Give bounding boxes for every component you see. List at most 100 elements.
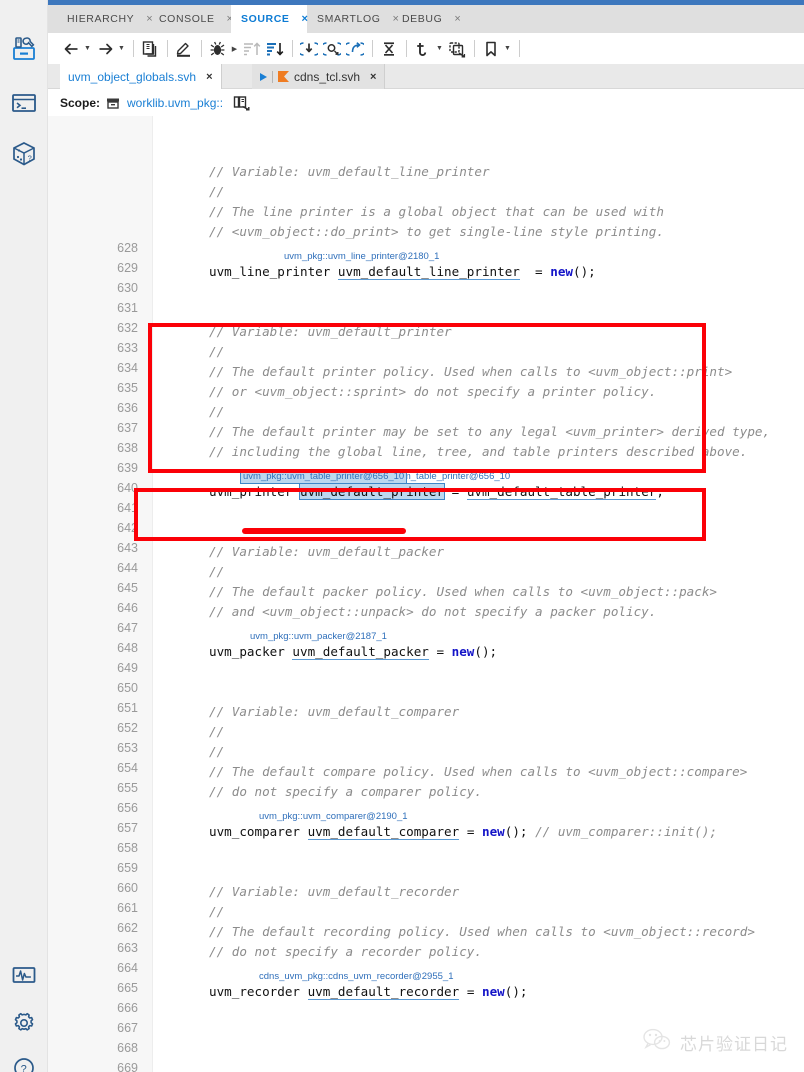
code-identifier-link[interactable]: uvm_default_comparer <box>307 824 460 840</box>
forward-dropdown-caret-icon[interactable]: ▼ <box>117 38 126 60</box>
line-number: 652 <box>117 721 138 735</box>
line-number: 660 <box>117 881 138 895</box>
code-text: (); <box>504 984 528 999</box>
toolbar-separator <box>519 40 520 57</box>
line-number: 634 <box>117 361 138 375</box>
cross-probe-icon[interactable] <box>378 38 400 60</box>
code-identifier-link[interactable]: uvm_default_line_printer <box>337 264 520 280</box>
trace-dropdown-caret-icon[interactable]: ▼ <box>435 38 444 60</box>
selected-token[interactable]: uvm_default_printer <box>298 483 446 500</box>
cadence-logo-icon <box>278 71 289 82</box>
code-line[interactable]: uvm_line_printer uvm_default_line_printe… <box>209 262 596 282</box>
code-line[interactable]: // do not specify a comparer policy. <box>209 782 482 802</box>
code-line[interactable]: // The default compare policy. Used when… <box>209 762 747 782</box>
scope-bar: Scope: worklib.uvm_pkg:: <box>48 89 804 116</box>
view-tab-smartlog[interactable]: SMARTLOG × <box>307 5 399 33</box>
send-to-icon[interactable] <box>446 38 468 60</box>
library-box-icon <box>106 96 120 110</box>
code-area[interactable]: // Variable: uvm_default_line_printer // /… <box>153 116 804 1072</box>
code-line[interactable]: // Variable: uvm_default_line_printer <box>209 162 490 182</box>
code-line[interactable]: // <box>209 402 224 422</box>
code-line[interactable]: uvm_printer uvm_default_printer = uvm_de… <box>209 482 664 502</box>
sort-ascending-icon[interactable] <box>241 38 263 60</box>
view-tab-debug[interactable]: DEBUG × <box>392 5 461 33</box>
code-text: (); <box>572 264 596 279</box>
view-tab-source[interactable]: SOURCE × <box>231 5 308 33</box>
step-out-icon[interactable] <box>344 38 366 60</box>
code-line[interactable]: uvm_recorder uvm_default_recorder = new(… <box>209 982 527 1002</box>
code-line[interactable]: // Variable: uvm_default_comparer <box>209 702 459 722</box>
source-editor[interactable]: // Variable: uvm_default_line_printer // /… <box>48 116 804 1072</box>
code-line[interactable]: // <box>209 342 224 362</box>
code-line[interactable]: // The default packer policy. Used when … <box>209 582 717 602</box>
sort-descending-icon[interactable] <box>264 38 286 60</box>
line-number: 630 <box>117 281 138 295</box>
file-tab-close-icon[interactable]: × <box>206 71 212 83</box>
trace-icon[interactable] <box>412 38 434 60</box>
code-line[interactable]: // and <uvm_object::unpack> do not speci… <box>209 602 656 622</box>
tab-divider <box>272 70 273 83</box>
file-tab-cdns-tcl[interactable]: cdns_tcl.svh × <box>252 64 386 89</box>
code-line[interactable]: // The line printer is a global object t… <box>209 202 664 222</box>
toolbar-separator <box>474 40 475 57</box>
code-identifier-link[interactable]: uvm_default_packer <box>292 644 429 660</box>
line-number: 661 <box>117 901 138 915</box>
edit-pencil-icon[interactable] <box>173 38 195 60</box>
code-line[interactable]: // Variable: uvm_default_recorder <box>209 882 459 902</box>
line-number: 655 <box>117 781 138 795</box>
view-tab-hierarchy[interactable]: HIERARCHY × <box>57 5 153 33</box>
back-dropdown-caret-icon[interactable]: ▼ <box>83 38 92 60</box>
code-identifier-link[interactable]: uvm_default_recorder <box>307 984 460 1000</box>
line-number: 658 <box>117 841 138 855</box>
package-icon[interactable]: ? <box>9 139 39 169</box>
code-line[interactable]: // <box>209 902 224 922</box>
line-number: 645 <box>117 581 138 595</box>
scope-value[interactable]: worklib.uvm_pkg:: <box>127 96 223 110</box>
code-line[interactable]: // do not specify a recorder policy. <box>209 942 482 962</box>
line-number: 644 <box>117 561 138 575</box>
debug-dropdown-caret-icon[interactable]: ▶ <box>230 38 239 60</box>
code-line[interactable]: // <box>209 182 224 202</box>
code-text: (); <box>474 644 498 659</box>
bookmark-dropdown-caret-icon[interactable]: ▼ <box>503 38 512 60</box>
step-into-icon[interactable] <box>298 38 320 60</box>
code-line[interactable]: // The default recording policy. Used wh… <box>209 922 755 942</box>
code-line[interactable]: // or <uvm_object::sprint> do not specif… <box>209 382 656 402</box>
code-line[interactable]: // including the global line, tree, and … <box>209 442 747 462</box>
view-tab-console[interactable]: CONSOLE× <box>149 5 233 33</box>
code-comment: // do not specify a comparer policy. <box>209 784 482 799</box>
step-over-icon[interactable] <box>321 38 343 60</box>
waveform-icon[interactable] <box>9 960 39 990</box>
file-tab-close-icon[interactable]: × <box>370 71 376 83</box>
code-line[interactable]: // <box>209 562 224 582</box>
settings-gear-icon[interactable] <box>9 1008 39 1038</box>
debug-bug-icon[interactable] <box>207 38 229 60</box>
code-line[interactable]: // Variable: uvm_default_printer <box>209 322 452 342</box>
forward-arrow-icon[interactable] <box>94 38 116 60</box>
code-line[interactable]: // Variable: uvm_default_packer <box>209 542 444 562</box>
code-line[interactable]: // <box>209 722 224 742</box>
bookmark-icon[interactable] <box>480 38 502 60</box>
line-number: 638 <box>117 441 138 455</box>
code-keyword: new <box>550 264 573 279</box>
code-line[interactable]: // <box>209 742 224 762</box>
copy-source-icon[interactable] <box>139 38 161 60</box>
toolbar-separator <box>292 40 293 57</box>
variable-underline <box>242 528 406 534</box>
code-comment: // Variable: uvm_default_packer <box>209 544 445 559</box>
back-arrow-icon[interactable] <box>60 38 82 60</box>
code-line[interactable]: // <uvm_object::do_print> to get single-… <box>209 222 664 242</box>
design-browser-icon[interactable] <box>9 34 39 64</box>
file-tab-uvm-object-globals[interactable]: uvm_object_globals.svh × <box>60 64 222 89</box>
code-identifier-link[interactable]: uvm_default_table_printer <box>466 484 657 500</box>
scope-navigate-icon[interactable] <box>233 95 251 111</box>
code-line[interactable]: uvm_packer uvm_default_packer = new(); <box>209 642 497 662</box>
code-line[interactable]: // The default printer may be set to any… <box>209 422 770 442</box>
console-icon[interactable] <box>9 88 39 118</box>
help-icon[interactable]: ? <box>9 1053 39 1072</box>
run-triangle-icon[interactable] <box>260 72 267 81</box>
view-tab-close-icon[interactable]: × <box>454 13 461 25</box>
code-line[interactable]: uvm_comparer uvm_default_comparer = new(… <box>209 822 717 842</box>
code-line[interactable]: // The default printer policy. Used when… <box>209 362 732 382</box>
code-text: ; <box>656 484 664 499</box>
